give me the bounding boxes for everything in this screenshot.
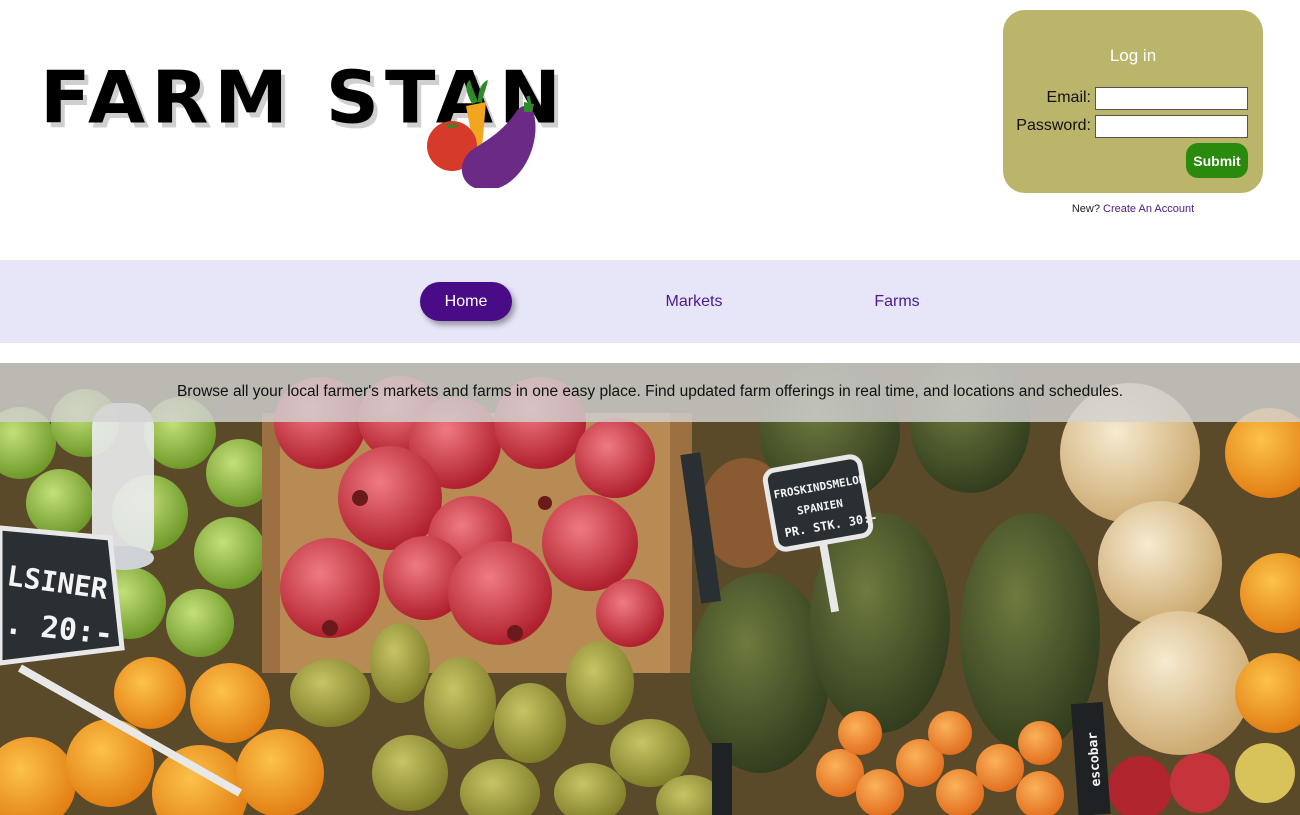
create-account-link[interactable]: Create An Account	[1103, 203, 1194, 215]
new-account-line: New? Create An Account	[1003, 203, 1263, 215]
main-nav: Home Markets Farms	[0, 260, 1300, 343]
login-title: Log in	[1109, 46, 1157, 65]
password-label: Password:	[1016, 117, 1091, 134]
new-account-prefix: New?	[1071, 203, 1100, 215]
email-field[interactable]	[1095, 87, 1248, 110]
submit-button[interactable]: Submit	[1186, 143, 1248, 178]
vegetables-logo-icon	[427, 80, 536, 188]
email-row: Email:	[1003, 87, 1263, 111]
login-form: Log in Email: Password: Submit	[1003, 10, 1263, 193]
nav-farms[interactable]: Farms	[852, 282, 942, 321]
site-header: FARM STAN Log in Email: Password: Submit	[0, 0, 1300, 260]
email-label: Email:	[1046, 89, 1091, 106]
nav-markets[interactable]: Markets	[646, 282, 742, 321]
password-field[interactable]	[1095, 115, 1248, 138]
farm-stand-logo[interactable]: FARM STAN	[40, 58, 561, 188]
hero-banner: LSINER . 20:- FROSKINDSMELON SPANIEN PR.…	[0, 363, 1300, 815]
nav-home[interactable]: Home	[420, 282, 512, 321]
site-tagline: Browse all your local farmer's markets a…	[176, 383, 1124, 400]
produce-market-photo: LSINER . 20:- FROSKINDSMELON SPANIEN PR.…	[0, 363, 1300, 815]
tagline-bar: Browse all your local farmer's markets a…	[0, 363, 1300, 422]
password-row: Password:	[1003, 115, 1263, 139]
